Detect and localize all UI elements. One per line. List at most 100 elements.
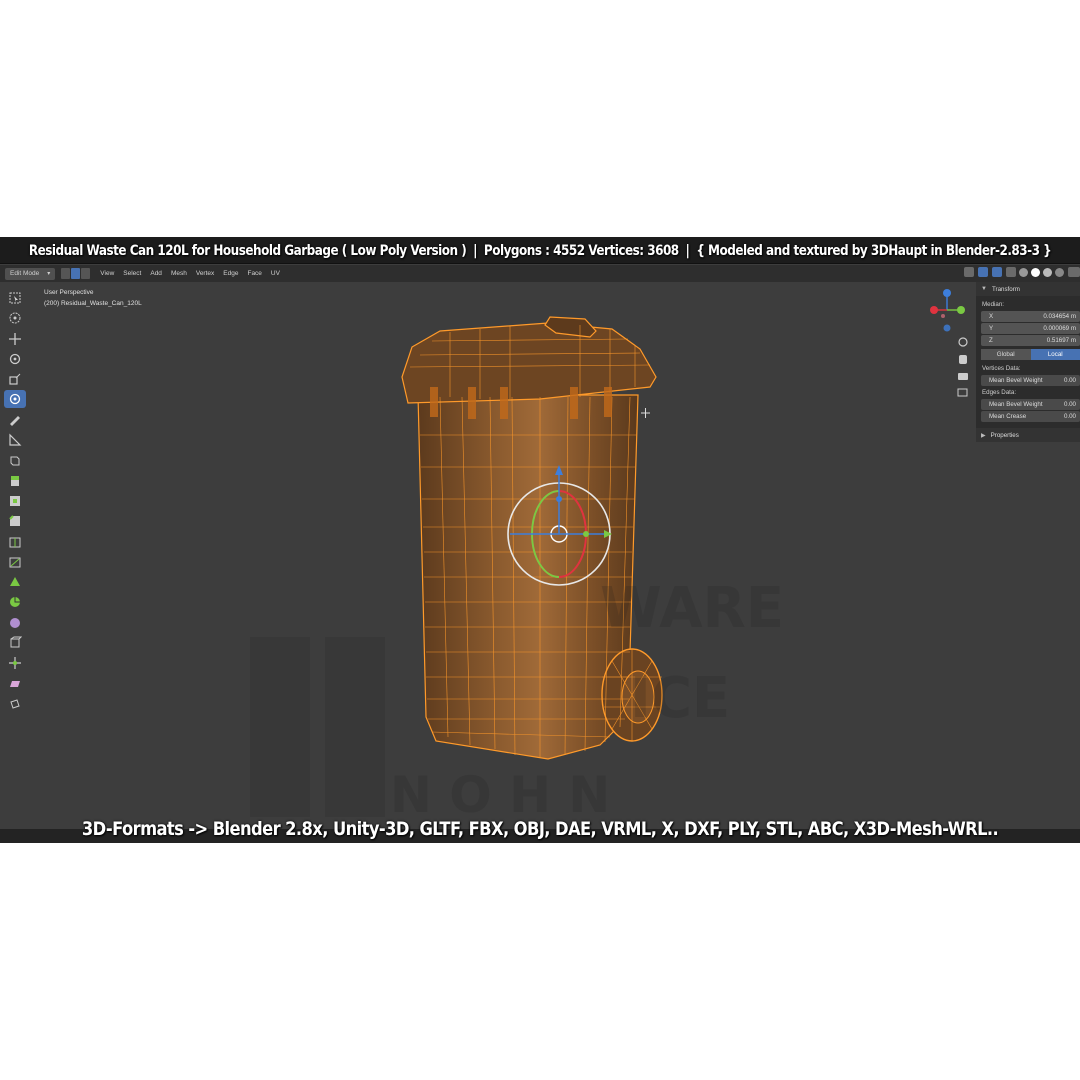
- transform-icon: [9, 394, 21, 405]
- median-z-field[interactable]: Z 0.51697 m: [981, 335, 1080, 346]
- axis-x-icon[interactable]: [930, 306, 938, 314]
- viewport-info: User Perspective (200) Residual_Waste_Ca…: [44, 287, 142, 309]
- add-cube-tool[interactable]: [4, 451, 26, 469]
- menu-face[interactable]: Face: [247, 270, 261, 277]
- navigation-gizmo[interactable]: [925, 287, 975, 397]
- sidebar-n-panel: ▼ Transform Median: X 0.034654 m Y 0.000…: [976, 282, 1080, 442]
- shear-tool[interactable]: [4, 675, 26, 693]
- annotate-tool[interactable]: [4, 411, 26, 429]
- menu-vertex[interactable]: Vertex: [196, 270, 214, 277]
- menu-view[interactable]: View: [100, 270, 114, 277]
- transform-panel-header[interactable]: ▼ Transform: [976, 282, 1080, 296]
- median-x-field[interactable]: X 0.034654 m: [981, 311, 1080, 322]
- edge-select-button[interactable]: [71, 268, 81, 279]
- menu-edge[interactable]: Edge: [223, 270, 238, 277]
- vertex-mean-bevel-weight-field[interactable]: Mean Bevel Weight 0.00: [981, 375, 1080, 386]
- menu-uv[interactable]: UV: [271, 270, 280, 277]
- measure-icon: [9, 433, 22, 446]
- select-box-tool[interactable]: [4, 289, 26, 307]
- extrude-tool[interactable]: [4, 472, 26, 490]
- x-label: X: [989, 313, 994, 320]
- vertex-bevel-value: 0.00: [1063, 377, 1076, 384]
- smooth-tool[interactable]: [4, 614, 26, 632]
- axis-z-icon[interactable]: [943, 289, 951, 297]
- transform-title: Transform: [991, 285, 1020, 293]
- zoom-icon[interactable]: [958, 337, 968, 347]
- visibility-icon[interactable]: [964, 267, 974, 277]
- waste-can-model[interactable]: [0, 237, 1080, 843]
- global-button[interactable]: Global: [981, 349, 1031, 360]
- mean-crease-value: 0.00: [1063, 413, 1076, 420]
- credit-text: { Modeled and textured by 3DHaupt in Ble…: [696, 243, 1052, 259]
- move-tool[interactable]: [4, 330, 26, 348]
- scale-tool[interactable]: [4, 370, 26, 388]
- median-y-field[interactable]: Y 0.000069 m: [981, 323, 1080, 334]
- rendered-shading-icon[interactable]: [1055, 267, 1064, 277]
- select-box-icon: [9, 292, 21, 304]
- edges-data-label: Edges Data:: [982, 389, 1017, 396]
- bevel-tool[interactable]: [4, 512, 26, 530]
- loop-cut-icon: [9, 537, 21, 548]
- header-right-tools: [960, 267, 1080, 277]
- menu-add[interactable]: Add: [150, 270, 162, 277]
- mean-crease-field[interactable]: Mean Crease 0.00: [981, 411, 1080, 422]
- edge-mean-bevel-weight-field[interactable]: Mean Bevel Weight 0.00: [981, 399, 1080, 410]
- face-select-button[interactable]: [81, 268, 91, 279]
- annotate-icon: [10, 415, 20, 426]
- transform-tool[interactable]: [4, 390, 26, 409]
- y-value: 0.000069 m: [1043, 325, 1076, 332]
- shrink-fatten-tool[interactable]: [4, 654, 26, 672]
- measure-tool[interactable]: [4, 431, 26, 449]
- wireframe-shading-icon[interactable]: [1019, 267, 1028, 277]
- solid-shading-icon[interactable]: [1031, 267, 1040, 277]
- viewport-header: Edit Mode ▾ View Select Add Mesh Vertex …: [0, 265, 1080, 282]
- poly-build-tool[interactable]: [4, 573, 26, 591]
- z-value: 0.51697 m: [1046, 337, 1076, 344]
- edge-slide-tool[interactable]: [4, 634, 26, 652]
- material-shading-icon[interactable]: [1043, 267, 1052, 277]
- expand-triangle-icon: ▶: [981, 432, 986, 439]
- axis-y-icon[interactable]: [957, 306, 965, 314]
- spin-icon: [10, 597, 20, 608]
- object-label: (200) Residual_Waste_Can_120L: [44, 300, 142, 307]
- cursor-tool[interactable]: [4, 309, 26, 327]
- options-icon[interactable]: [1068, 267, 1080, 277]
- rotate-tool[interactable]: [4, 350, 26, 368]
- local-button[interactable]: Local: [1030, 349, 1080, 360]
- pan-hand-icon[interactable]: [959, 355, 967, 364]
- inset-tool[interactable]: [4, 492, 26, 510]
- ortho-grid-icon[interactable]: [957, 388, 968, 397]
- camera-view-icon[interactable]: [958, 373, 968, 380]
- rip-region-tool[interactable]: [4, 695, 26, 713]
- rotate-icon: [9, 353, 21, 365]
- extrude-icon: [11, 475, 19, 486]
- mode-selector[interactable]: Edit Mode ▾: [5, 267, 56, 280]
- vertex-bevel-label: Mean Bevel Weight: [989, 377, 1043, 384]
- title-separator-2: |: [685, 243, 690, 259]
- polygon-count: Polygons : 4552 Vertices: 3608: [483, 243, 679, 259]
- shrink-fatten-icon: [9, 657, 21, 670]
- vertex-select-button[interactable]: [61, 268, 71, 279]
- rip-region-icon: [10, 699, 20, 709]
- edge-slide-icon: [10, 636, 22, 648]
- xray-toggle-icon[interactable]: [1006, 267, 1016, 277]
- menu-mesh[interactable]: Mesh: [171, 270, 187, 277]
- bevel-icon: [9, 515, 20, 527]
- chevron-down-icon: ▾: [47, 271, 51, 277]
- properties-title: Properties: [990, 431, 1019, 439]
- edge-bevel-label: Mean Bevel Weight: [989, 401, 1043, 408]
- z-label: Z: [989, 337, 993, 344]
- mode-label: Edit Mode: [10, 270, 40, 277]
- gizmo-toggle-icon[interactable]: [978, 267, 988, 277]
- inset-icon: [10, 495, 20, 506]
- tool-shelf: [4, 289, 28, 715]
- x-value: 0.034654 m: [1043, 313, 1076, 320]
- knife-icon: [9, 557, 21, 568]
- loop-cut-tool[interactable]: [4, 533, 26, 551]
- spin-tool[interactable]: [4, 593, 26, 611]
- smooth-icon: [10, 617, 20, 628]
- overlay-toggle-icon[interactable]: [992, 267, 1002, 277]
- knife-tool[interactable]: [4, 553, 26, 571]
- menu-select[interactable]: Select: [123, 270, 141, 277]
- properties-panel-header[interactable]: ▶ Properties: [976, 428, 1080, 442]
